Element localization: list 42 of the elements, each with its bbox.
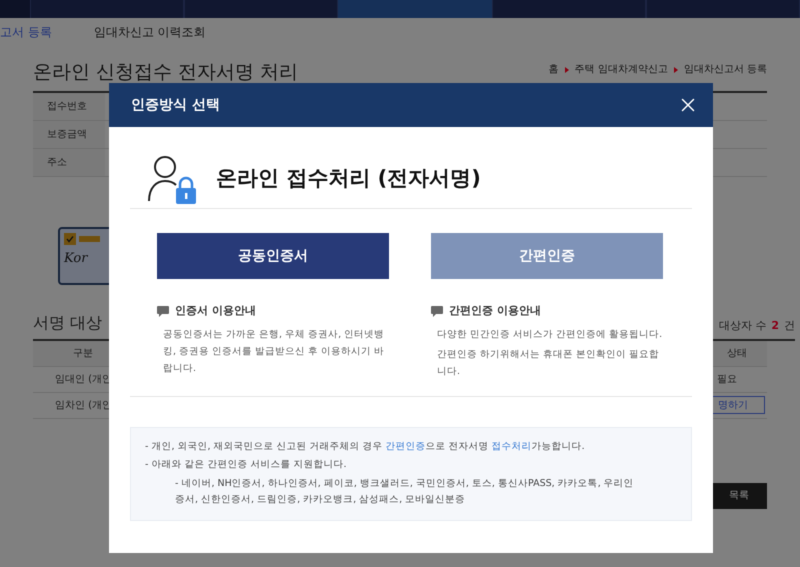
sub-nav-link[interactable]: 임대차신고 이력조회 — [94, 23, 206, 41]
section-title: 서명 대상 — [33, 312, 102, 334]
nav-tab[interactable] — [30, 0, 184, 18]
table-cell-text: 필요 — [717, 372, 738, 386]
auth-option-button[interactable]: 간편인증 — [431, 233, 663, 279]
modal-title: 인증방식 선택 — [131, 96, 220, 114]
notice-text: - 아래와 같은 간편인증 서비스를 지원합니다. — [145, 458, 348, 472]
speech-bubble-icon — [157, 306, 169, 317]
guide-text: 공동인증서는 가까운 은행, 우체 증권사, 인터넷뱅킹, 증권용 인증서를 발급받으신 후 이용하시기 바랍니다. — [162, 328, 386, 376]
count-value: 2 — [771, 318, 779, 334]
dialog-heading: 온라인 접수처리 (전자서명) — [216, 164, 481, 192]
speech-bubble-icon — [431, 306, 443, 317]
services-text: - 네이버, NH인증서, 하나인증서, 페이코, 뱅크샐러드, 국민인증서, 토스, 통신사PASS, 카카오톡, 우리인증서, 신한인증서, 드림인증, 카카오뱅크, 삼성패스, 모바일신분증 — [174, 477, 635, 507]
notice-text: - 개인, 외국인, 재외국민으로 신고된 거래주체의 경우 간편인증으로 전자서명 접수처리 가능합니다. — [145, 440, 586, 454]
count-label: 대상자 수 — [718, 318, 766, 334]
checkbox-stripe-drawing — [64, 232, 100, 244]
column-header: 구분 — [72, 346, 93, 360]
column-header: 상태 — [727, 346, 748, 360]
list-button[interactable]: 목록 — [711, 482, 767, 508]
nav-tab[interactable] — [184, 0, 338, 18]
nav-tab[interactable] — [646, 0, 800, 18]
notice-link[interactable]: 간편인증 — [386, 440, 426, 452]
chevron-icon — [564, 66, 569, 72]
page-title: 온라인 신청접수 전자서명 처리 — [33, 60, 298, 85]
sub-nav-link[interactable]: 고서 등록 — [0, 23, 52, 41]
form-label: 보증금액 — [33, 120, 105, 148]
card-text: Kor — [64, 250, 89, 268]
breadcrumb-link[interactable]: 주택 임대차계약신고 — [574, 62, 668, 77]
guide-title: 인증서 이용안내 — [175, 303, 256, 319]
count-unit: 건 — [784, 318, 795, 334]
guide-text: 다양한 민간인증 서비스가 간편인증에 활용됩니다. — [436, 328, 664, 342]
auth-option-button[interactable]: 공동인증서 — [157, 233, 389, 279]
nav-tab[interactable] — [338, 0, 492, 18]
notice-link[interactable]: 접수처리 — [492, 440, 532, 452]
breadcrumb-link[interactable]: 홈 — [548, 62, 559, 77]
nav-tab[interactable] — [492, 0, 646, 18]
form-label: 접수번호 — [33, 92, 105, 120]
breadcrumb-link[interactable]: 임대차신고서 등록 — [684, 62, 767, 77]
guide-text: 간편인증 하기위해서는 휴대폰 본인확인이 필요합니다. — [436, 348, 660, 378]
form-label: 주소 — [33, 148, 105, 176]
chevron-icon — [674, 66, 678, 72]
guide-title: 간편인증 이용안내 — [449, 303, 541, 319]
